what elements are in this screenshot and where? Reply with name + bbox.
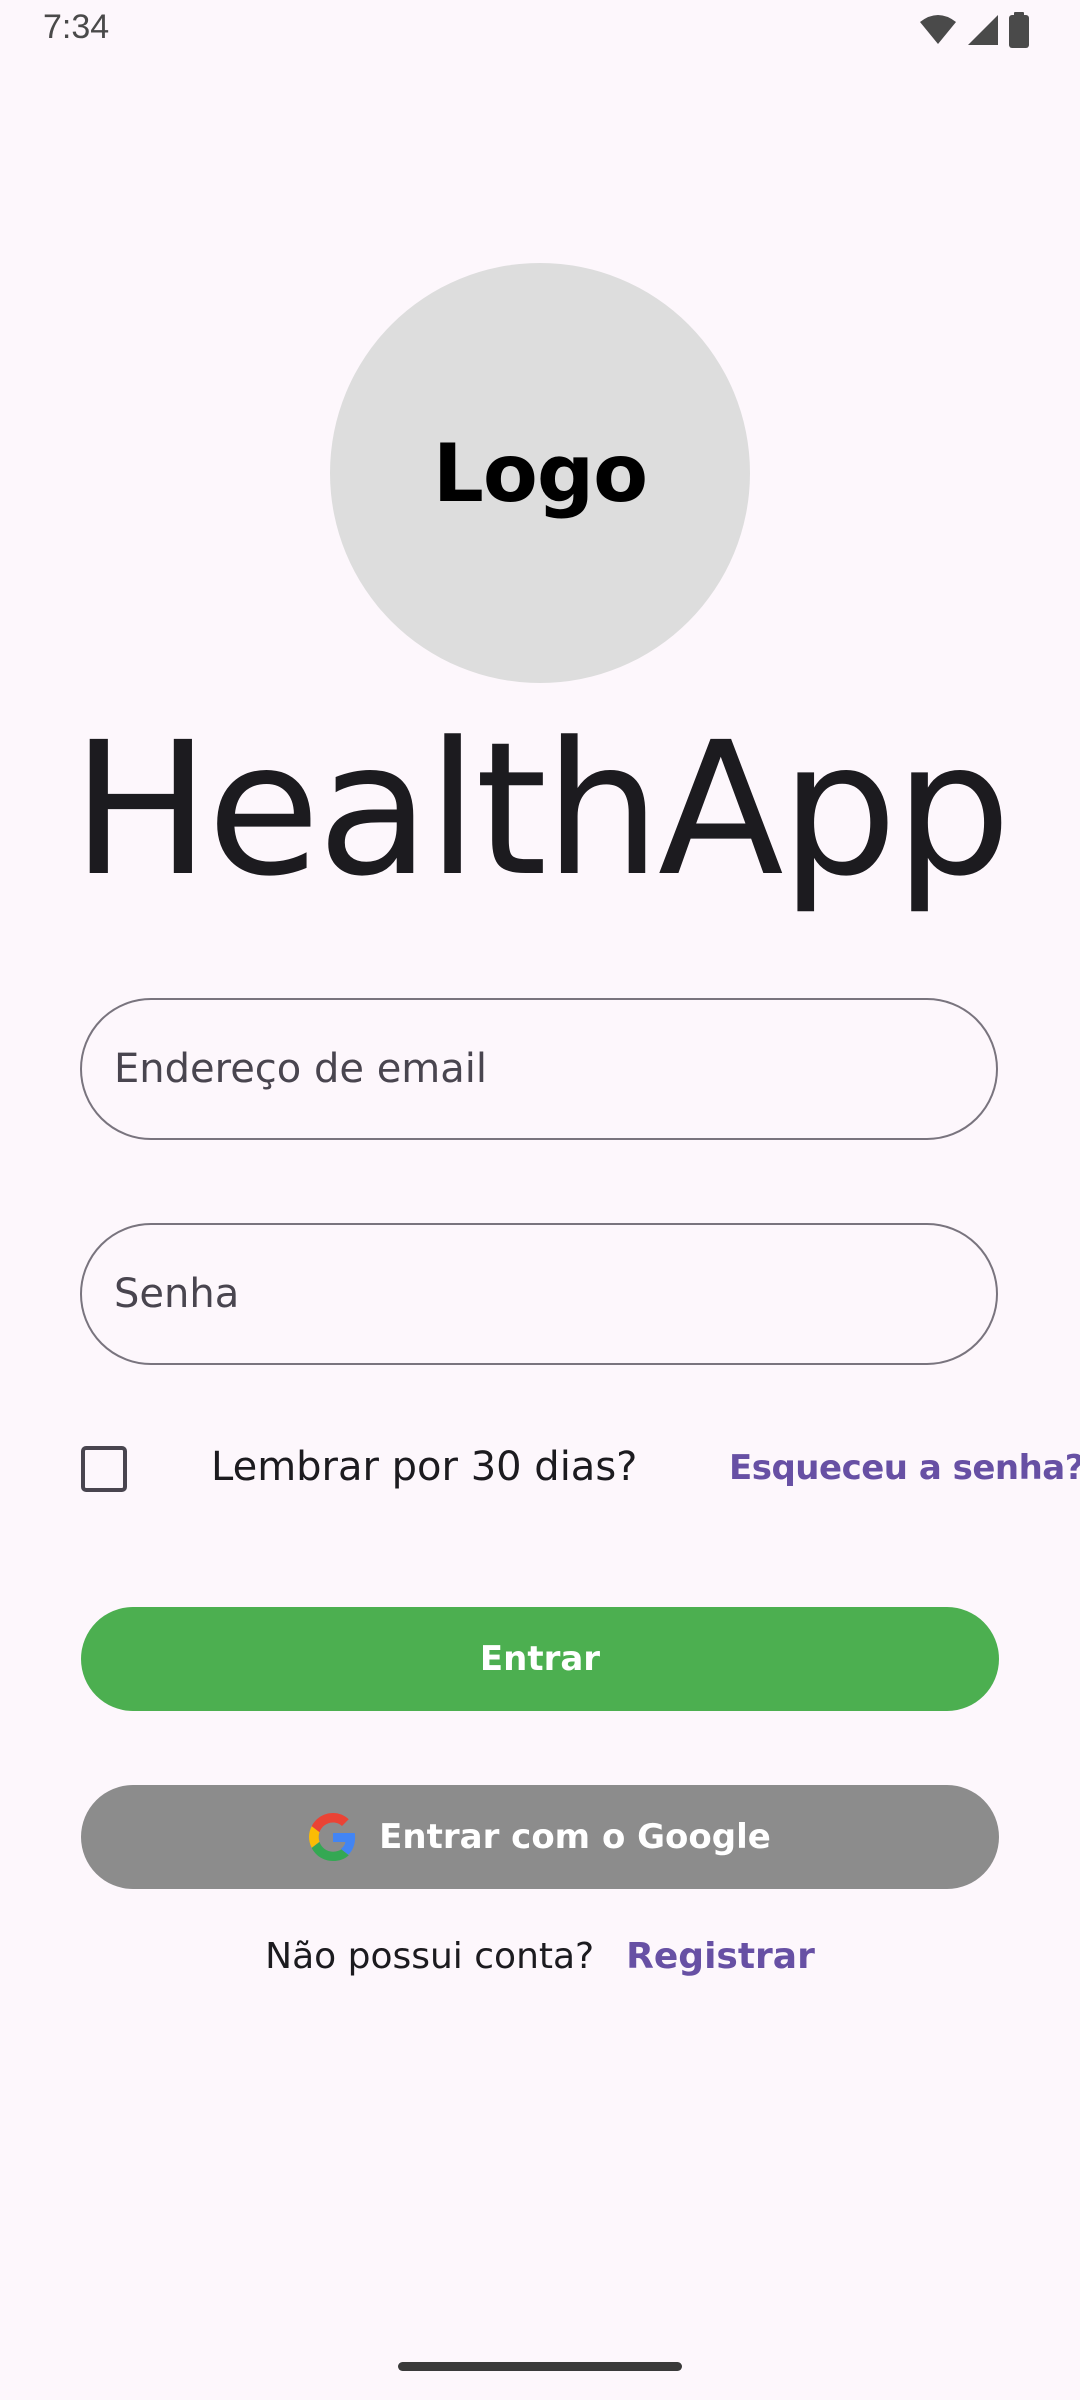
status-bar: 7:34	[0, 0, 1080, 64]
app-title: HealthApp	[71, 703, 1012, 917]
register-row: Não possui conta? Registrar	[0, 1936, 1080, 1977]
email-field[interactable]	[80, 998, 998, 1140]
google-login-button[interactable]: Entrar com o Google	[81, 1785, 999, 1889]
password-input[interactable]	[112, 1270, 996, 1318]
logo-placeholder: Logo	[330, 263, 750, 683]
gesture-navigation-bar[interactable]	[398, 2362, 682, 2371]
forgot-password-link[interactable]: Esqueceu a senha?	[729, 1448, 1080, 1488]
google-button-label: Entrar com o Google	[379, 1817, 771, 1857]
email-input[interactable]	[112, 1045, 996, 1093]
remember-row: Lembrar por 30 dias? Esqueceu a senha?	[0, 1430, 1080, 1510]
password-field[interactable]	[80, 1223, 998, 1365]
login-button-label: Entrar	[479, 1639, 601, 1679]
logo-text: Logo	[432, 426, 648, 520]
login-screen: 7:34 Logo HealthApp Lembrar por 30 dias?	[0, 0, 1080, 2400]
no-account-text: Não possui conta?	[265, 1936, 595, 1977]
battery-icon	[1009, 12, 1029, 48]
status-time: 7:34	[43, 8, 110, 46]
wifi-icon	[920, 15, 956, 44]
login-button[interactable]: Entrar	[81, 1607, 999, 1711]
remember-label: Lembrar por 30 dias?	[211, 1444, 638, 1490]
cellular-signal-icon	[968, 15, 998, 45]
google-icon	[309, 1813, 356, 1861]
register-link[interactable]: Registrar	[626, 1936, 815, 1977]
remember-checkbox[interactable]	[81, 1446, 127, 1492]
status-icons	[918, 12, 1030, 48]
